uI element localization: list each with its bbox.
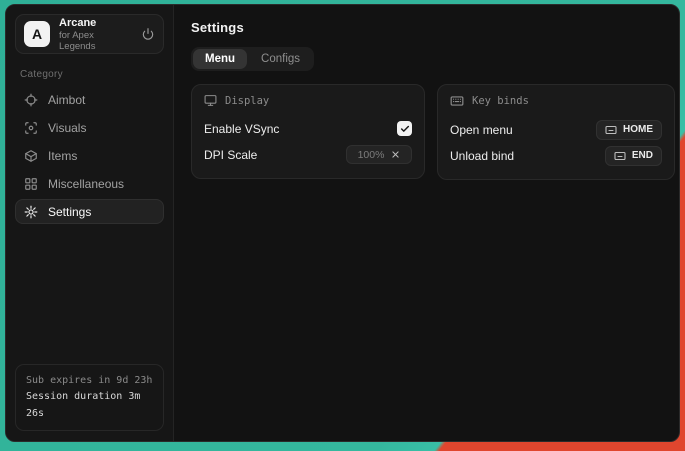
sidebar-spacer bbox=[15, 227, 164, 364]
keyboard-icon bbox=[450, 94, 464, 108]
close-icon[interactable] bbox=[391, 150, 400, 159]
display-card-header: Display bbox=[204, 94, 412, 107]
sidebar-item-visuals[interactable]: Visuals bbox=[15, 115, 164, 140]
sidebar-item-settings[interactable]: Settings bbox=[15, 199, 164, 224]
sidebar-item-label: Visuals bbox=[48, 121, 86, 135]
subscription-info-box: Sub expires in 9d 23h Session duration 3… bbox=[15, 364, 164, 432]
enable-vsync-row: Enable VSync bbox=[204, 116, 412, 141]
unload-bind-label: Unload bind bbox=[450, 149, 514, 163]
dpi-scale-label: DPI Scale bbox=[204, 148, 257, 162]
keybinds-card-header: Key binds bbox=[450, 94, 662, 108]
display-card: Display Enable VSync DPI Scale 100% bbox=[191, 84, 425, 179]
sidebar-item-miscellaneous[interactable]: Miscellaneous bbox=[15, 171, 164, 196]
tab-menu[interactable]: Menu bbox=[193, 49, 247, 69]
cards-row: Display Enable VSync DPI Scale 100% bbox=[191, 84, 675, 180]
crosshair-icon bbox=[24, 93, 38, 107]
unload-bind-row: Unload bind END bbox=[450, 143, 662, 168]
brand-logo: A bbox=[24, 21, 50, 47]
unload-bind-key: END bbox=[632, 150, 653, 161]
enable-vsync-checkbox[interactable] bbox=[397, 121, 412, 136]
main-content: Settings Menu Configs Display Enable VSy… bbox=[174, 5, 680, 441]
enable-vsync-label: Enable VSync bbox=[204, 122, 279, 136]
open-menu-label: Open menu bbox=[450, 123, 513, 137]
dpi-scale-row: DPI Scale 100% bbox=[204, 142, 412, 167]
category-label: Category bbox=[20, 69, 159, 80]
keybinds-card-title: Key binds bbox=[472, 95, 529, 107]
sidebar-item-aimbot[interactable]: Aimbot bbox=[15, 87, 164, 112]
monitor-icon bbox=[204, 94, 217, 107]
brand-subtitle: for Apex Legends bbox=[59, 30, 132, 52]
open-menu-key: HOME bbox=[623, 124, 653, 135]
brand-text: Arcane for Apex Legends bbox=[59, 17, 132, 52]
app-window: A Arcane for Apex Legends Category Aimbo… bbox=[5, 4, 680, 442]
display-card-title: Display bbox=[225, 95, 269, 107]
dpi-scale-input[interactable]: 100% bbox=[346, 145, 412, 164]
package-icon bbox=[24, 149, 38, 163]
keyboard-icon bbox=[605, 124, 617, 136]
tab-bar: Menu Configs bbox=[191, 47, 314, 71]
brand-initial: A bbox=[32, 26, 42, 42]
sidebar-item-label: Items bbox=[48, 149, 77, 163]
page-title: Settings bbox=[191, 20, 675, 35]
gear-icon bbox=[24, 205, 38, 219]
open-menu-keybind[interactable]: HOME bbox=[596, 120, 662, 140]
sidebar-item-label: Settings bbox=[48, 205, 91, 219]
keyboard-icon bbox=[614, 150, 626, 162]
session-duration-text: Session duration 3m 26s bbox=[26, 389, 153, 422]
sidebar-item-label: Miscellaneous bbox=[48, 177, 124, 191]
keybinds-card: Key binds Open menu HOME Unload bind bbox=[437, 84, 675, 180]
sidebar-item-items[interactable]: Items bbox=[15, 143, 164, 168]
grid-icon bbox=[24, 177, 38, 191]
sidebar: A Arcane for Apex Legends Category Aimbo… bbox=[6, 5, 174, 441]
scan-eye-icon bbox=[24, 121, 38, 135]
sidebar-item-label: Aimbot bbox=[48, 93, 85, 107]
unload-bind-keybind[interactable]: END bbox=[605, 146, 662, 166]
open-menu-row: Open menu HOME bbox=[450, 117, 662, 142]
brand-card: A Arcane for Apex Legends bbox=[15, 14, 164, 54]
dpi-scale-value: 100% bbox=[358, 149, 385, 161]
sub-expires-text: Sub expires in 9d 23h bbox=[26, 373, 153, 390]
power-icon[interactable] bbox=[141, 27, 155, 41]
tab-configs[interactable]: Configs bbox=[249, 49, 312, 69]
brand-name: Arcane bbox=[59, 17, 132, 29]
